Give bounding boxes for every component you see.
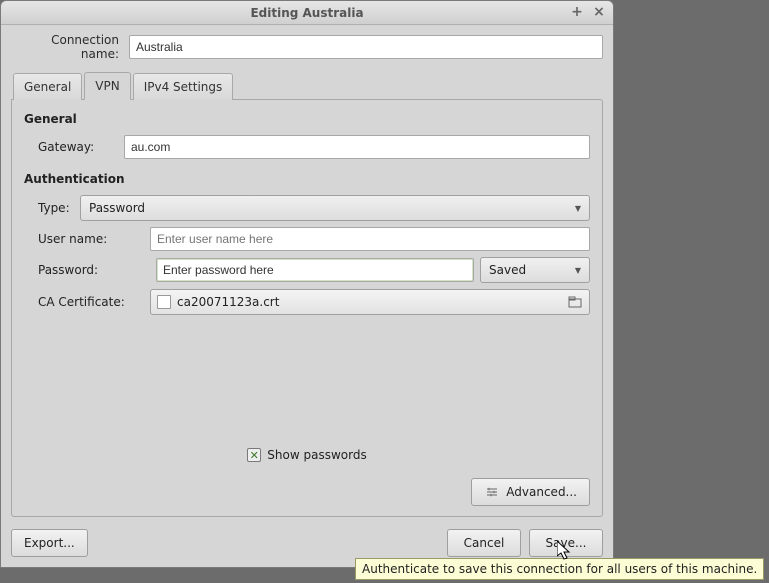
gateway-input[interactable]	[124, 135, 590, 159]
titlebar: Editing Australia + ×	[1, 1, 613, 25]
gateway-label: Gateway:	[24, 140, 124, 154]
gateway-row: Gateway:	[24, 135, 590, 159]
dialog-body: Connection name: General VPN IPv4 Settin…	[1, 25, 613, 567]
show-passwords-row: ✕ Show passwords	[24, 448, 590, 462]
type-combo[interactable]: Password ▼	[80, 195, 590, 221]
section-general: General	[24, 112, 590, 126]
password-input[interactable]	[156, 258, 474, 282]
show-passwords-label: Show passwords	[267, 448, 366, 462]
connection-name-input[interactable]	[129, 35, 603, 59]
type-row: Type: Password ▼	[24, 195, 590, 221]
username-row: User name:	[24, 227, 590, 251]
save-button[interactable]: Save...	[529, 529, 603, 557]
password-mode-combo[interactable]: Saved ▼	[480, 257, 590, 283]
close-icon[interactable]: ×	[591, 4, 607, 20]
cancel-button[interactable]: Cancel	[447, 529, 521, 557]
section-auth: Authentication	[24, 172, 590, 186]
ca-file-name: ca20071123a.crt	[177, 295, 279, 309]
username-label: User name:	[24, 232, 150, 246]
password-row: Password: Saved ▼	[24, 257, 590, 283]
username-input[interactable]	[150, 227, 590, 251]
tooltip: Authenticate to save this connection for…	[355, 558, 764, 580]
type-label: Type:	[24, 201, 80, 215]
type-value: Password	[89, 201, 145, 215]
tab-ipv4[interactable]: IPv4 Settings	[133, 73, 234, 100]
file-icon	[157, 295, 171, 309]
password-mode-value: Saved	[489, 263, 526, 277]
folder-open-icon	[567, 295, 583, 309]
connection-name-row: Connection name:	[11, 33, 603, 61]
tab-vpn[interactable]: VPN	[84, 72, 130, 100]
advanced-label: Advanced...	[506, 485, 577, 499]
password-label: Password:	[24, 263, 150, 277]
connection-name-label: Connection name:	[11, 33, 123, 61]
tab-general[interactable]: General	[13, 73, 82, 100]
chevron-down-icon: ▼	[575, 204, 581, 213]
sliders-icon	[484, 485, 500, 499]
footer-right: Cancel Save...	[447, 529, 603, 557]
chevron-down-icon: ▼	[575, 266, 581, 275]
advanced-row: Advanced...	[471, 478, 590, 506]
show-passwords-checkbox[interactable]: ✕	[247, 448, 261, 462]
dialog-window: Editing Australia + × Connection name: G…	[0, 0, 614, 568]
ca-label: CA Certificate:	[24, 295, 150, 309]
advanced-button[interactable]: Advanced...	[471, 478, 590, 506]
tab-bar: General VPN IPv4 Settings	[11, 71, 603, 99]
ca-file-chooser[interactable]: ca20071123a.crt	[150, 289, 590, 315]
window-controls: + ×	[569, 4, 607, 20]
ca-row: CA Certificate: ca20071123a.crt	[24, 289, 590, 315]
minimize-icon[interactable]: +	[569, 4, 585, 20]
tabs: General VPN IPv4 Settings General Gatewa…	[11, 71, 603, 517]
dialog-footer: Export... Cancel Save...	[11, 523, 603, 557]
tab-panel-vpn: General Gateway: Authentication Type: Pa…	[11, 99, 603, 517]
window-title: Editing Australia	[250, 6, 363, 20]
export-button[interactable]: Export...	[11, 529, 88, 557]
